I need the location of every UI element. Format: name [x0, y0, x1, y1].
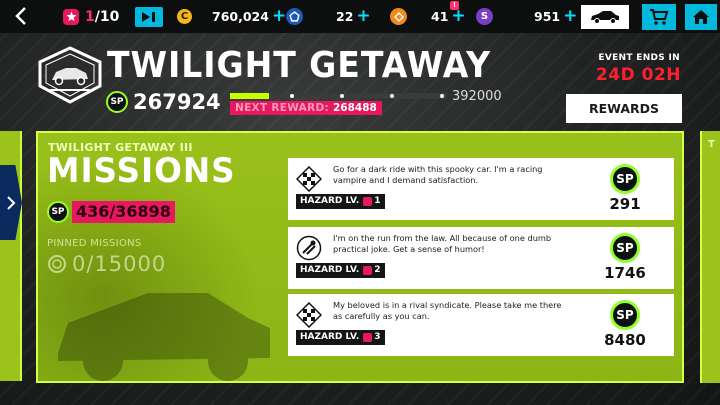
coins-counter[interactable]: 760,024 +: [212, 0, 286, 33]
credits-value: 951: [534, 9, 561, 24]
hazard-level-value: 2: [374, 265, 381, 275]
progress-milestone: [340, 94, 344, 98]
event-emblem-icon: [38, 46, 102, 104]
add-blue-tokens-button[interactable]: +: [356, 8, 370, 25]
sp-icon: SP: [47, 201, 69, 223]
credits-icon: S: [476, 8, 493, 25]
chapter-sp-progress: 436/36898: [72, 201, 175, 223]
checkered-flag-icon: [295, 165, 323, 193]
blue-tokens-counter[interactable]: 22 +: [336, 0, 371, 33]
event-ends-label: EVENT ENDS IN: [598, 53, 680, 63]
tickets-current: 1: [85, 8, 95, 25]
event-ends-timer: 24D 02H: [595, 65, 681, 85]
police-chase-icon: [296, 235, 322, 261]
orange-token-icon: [390, 8, 407, 25]
missions-panel: TWILIGHT GETAWAY III MISSIONS SP 436/368…: [36, 131, 684, 383]
shop-button[interactable]: [642, 4, 676, 30]
event-sp-max: 392000: [452, 89, 502, 104]
hazard-label: HAZARD LV.: [300, 265, 360, 275]
home-button[interactable]: [685, 4, 717, 30]
play-skip-button[interactable]: [135, 7, 163, 27]
coin-icon: C: [177, 9, 192, 24]
mission-description: My beloved is in a rival syndicate. Plea…: [333, 300, 562, 321]
coins-value: 760,024: [212, 9, 269, 24]
mission-card[interactable]: Go for a dark ride with this spooky car.…: [288, 158, 674, 220]
garage-button[interactable]: [581, 5, 629, 29]
ticket-star-icon: [63, 8, 79, 25]
mission-card[interactable]: My beloved is in a rival syndicate. Plea…: [288, 294, 674, 356]
notification-badge: !: [450, 1, 459, 10]
sp-icon: SP: [106, 91, 128, 113]
event-car-image: [58, 293, 270, 381]
progress-milestone: [290, 94, 294, 98]
mission-reward-value: 8480: [604, 331, 646, 349]
sp-reward-icon: SP: [610, 300, 640, 330]
mission-card[interactable]: I'm on the run from the law. All because…: [288, 227, 674, 289]
top-bar: 1/10 C 760,024 + 22 + 41 + ! S 951 +: [0, 0, 720, 33]
missions-title: MISSIONS: [47, 151, 236, 191]
next-reward-value: 268488: [332, 102, 377, 114]
orange-tokens-value: 41: [431, 9, 449, 24]
tickets-max: /10: [94, 8, 120, 25]
event-sp-value: 267924: [133, 90, 221, 114]
progress-milestone: [440, 94, 444, 98]
pinned-coin-icon: [47, 254, 67, 274]
mission-reward-value: 291: [609, 195, 641, 213]
home-icon: [693, 10, 709, 24]
checkered-flag-icon: [295, 301, 323, 329]
add-credits-button[interactable]: +: [563, 8, 577, 25]
event-progress-bar: [230, 93, 447, 99]
hazard-level-value: 1: [374, 196, 381, 206]
next-chapter-panel[interactable]: T: [700, 131, 720, 383]
next-chapter-label: T: [708, 139, 715, 150]
blue-token-icon: [286, 8, 303, 25]
cart-icon: [650, 9, 669, 25]
blue-tokens-value: 22: [336, 9, 354, 24]
tickets-counter[interactable]: 1/10: [63, 0, 119, 33]
hazard-label: HAZARD LV.: [300, 332, 360, 342]
hazard-label: HAZARD LV.: [300, 196, 360, 206]
rewards-button[interactable]: REWARDS: [566, 94, 682, 123]
next-reward-label: NEXT REWARD:: [235, 102, 329, 114]
progress-milestone: [390, 94, 394, 98]
add-coins-button[interactable]: +: [272, 8, 286, 25]
event-progress-fill: [230, 93, 270, 99]
credits-counter[interactable]: 951 +: [534, 0, 577, 33]
sp-reward-icon: SP: [610, 164, 640, 194]
hazard-level-badge: HAZARD LV. 3: [296, 330, 385, 345]
mission-description: Go for a dark ride with this spooky car.…: [333, 164, 543, 185]
car-icon: [591, 11, 619, 24]
back-arrow-icon[interactable]: [12, 6, 32, 26]
pinned-missions-value: 0/15000: [72, 252, 167, 276]
hazard-level-value: 3: [374, 332, 381, 342]
hazard-level-icon: [363, 333, 373, 342]
hazard-level-icon: [363, 197, 373, 206]
hazard-level-icon: [363, 266, 373, 275]
hazard-level-badge: HAZARD LV. 2: [296, 263, 385, 278]
orange-tokens-counter[interactable]: 41 +: [431, 0, 466, 33]
hazard-level-badge: HAZARD LV. 1: [296, 194, 385, 209]
chevron-right-icon: [7, 195, 16, 210]
next-reward-badge: NEXT REWARD: 268488: [230, 101, 382, 115]
mission-reward-value: 1746: [604, 264, 646, 282]
add-orange-tokens-button[interactable]: +: [451, 8, 465, 25]
mission-description: I'm on the run from the law. All because…: [333, 233, 552, 254]
sp-reward-icon: SP: [610, 233, 640, 263]
event-title: TWILIGHT GETAWAY: [107, 45, 492, 86]
play-icon: [142, 12, 155, 22]
pinned-missions-label: PINNED MISSIONS: [47, 238, 142, 249]
